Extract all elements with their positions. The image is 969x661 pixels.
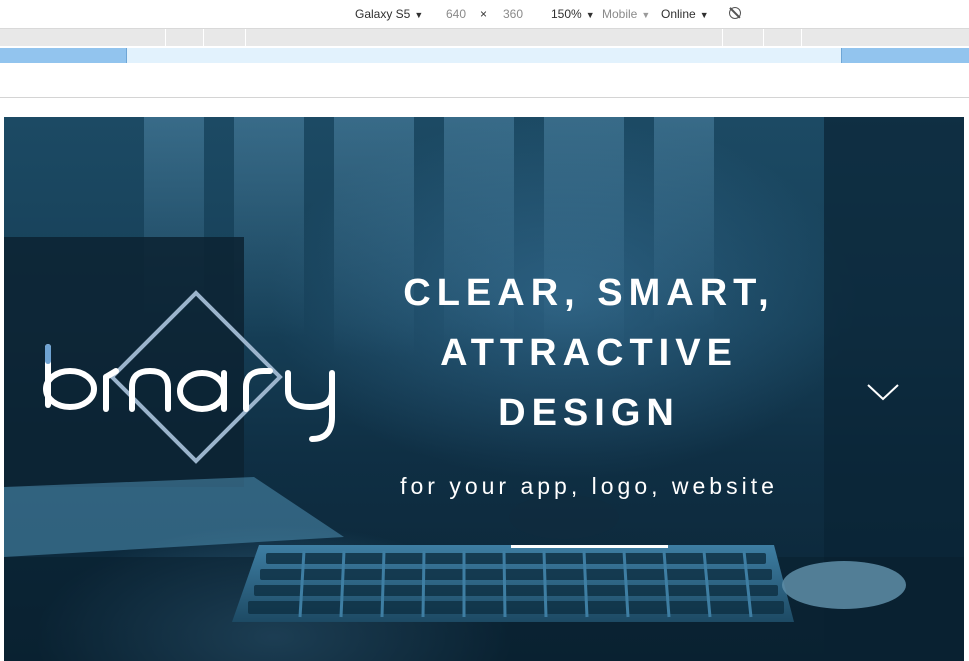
media-query-bar-min: [0, 48, 969, 63]
hero-headline: CLEAR, SMART, ATTRACTIVE DESIGN: [334, 263, 844, 443]
device-type-select[interactable]: Mobile ▼: [602, 7, 650, 22]
caret-down-icon: ▼: [414, 10, 424, 20]
caret-down-icon: ▼: [585, 10, 595, 20]
width-input[interactable]: 640: [446, 7, 466, 21]
ruler-divider: [0, 97, 969, 98]
media-query-segment[interactable]: [165, 29, 166, 46]
device-select-label: Galaxy S5: [355, 7, 411, 21]
device-toolbar: Galaxy S5 ▼ 640 × 360 150% ▼ Mobile ▼ Onlin…: [0, 0, 969, 29]
headline-line-2: ATTRACTIVE: [440, 332, 738, 374]
device-select[interactable]: Galaxy S5 ▼: [355, 7, 423, 22]
media-query-range-left[interactable]: [0, 48, 127, 63]
dimension-separator: ×: [480, 7, 488, 21]
headline-line-3: DESIGN: [498, 392, 680, 434]
zoom-select-label: 150%: [551, 7, 582, 21]
media-query-segment[interactable]: [801, 29, 802, 46]
media-query-segment[interactable]: [763, 29, 764, 46]
hero-tagline: for your app, logo, website: [400, 473, 778, 499]
media-query-range-right[interactable]: [841, 48, 969, 63]
caret-down-icon: ▼: [699, 10, 709, 20]
media-query-segment[interactable]: [722, 29, 723, 46]
rotate-icon[interactable]: [729, 7, 741, 19]
media-query-segment[interactable]: [245, 29, 246, 46]
height-input[interactable]: 360: [503, 7, 523, 21]
media-query-bar-max: [0, 29, 969, 46]
caret-down-icon: ▼: [641, 10, 651, 20]
binary-logo: [43, 290, 335, 464]
hero-divider: [511, 545, 668, 548]
media-query-segment[interactable]: [203, 29, 204, 46]
headline-line-1: CLEAR, SMART,: [403, 272, 775, 314]
hero-section: CLEAR, SMART, ATTRACTIVE DESIGN for your…: [4, 117, 964, 661]
chevron-down-icon[interactable]: [866, 379, 900, 403]
network-throttle-select[interactable]: Online ▼: [661, 7, 709, 22]
zoom-select[interactable]: 150% ▼: [551, 7, 595, 22]
emulated-viewport: CLEAR, SMART, ATTRACTIVE DESIGN for your…: [4, 117, 964, 661]
network-throttle-label: Online: [661, 7, 696, 21]
device-type-label: Mobile: [602, 7, 638, 21]
